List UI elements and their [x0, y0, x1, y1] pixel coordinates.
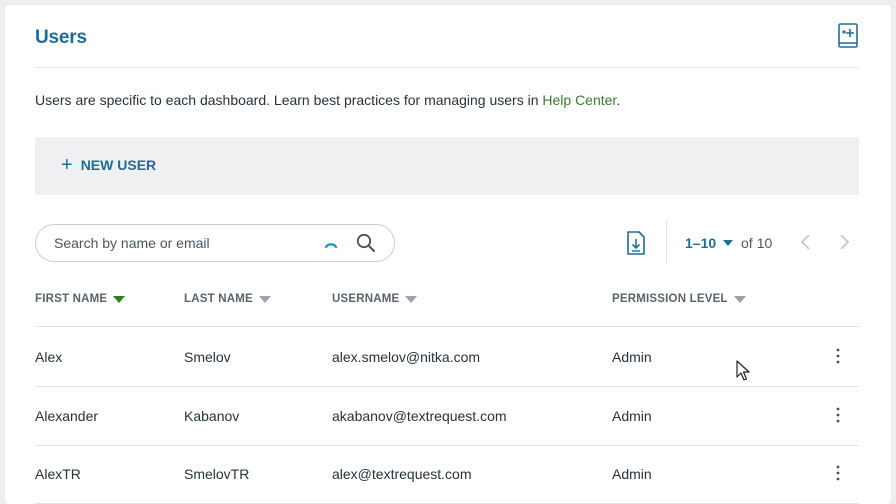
username-cell: alex.smelov@nitka.com	[332, 349, 481, 365]
column-first-name[interactable]: FIRST NAME	[35, 293, 126, 305]
username-cell: akabanov@textrequest.com	[332, 408, 507, 424]
page-total: of 10	[741, 235, 772, 251]
username-cell: alex@textrequest.com	[332, 466, 472, 482]
first-name-cell: Alexander	[35, 408, 99, 424]
new-user-label: NEW USER	[80, 157, 157, 173]
users-panel: Users Users are specific to each dashboa…	[5, 5, 891, 504]
sort-down-icon	[405, 295, 418, 303]
sort-down-icon	[113, 295, 126, 303]
column-label: FIRST NAME	[35, 293, 108, 305]
description-text: Users are specific to each dashboard. Le…	[35, 92, 620, 108]
column-label: LAST NAME	[184, 293, 253, 305]
page-range-select[interactable]: 1–10	[685, 235, 734, 251]
page-title: Users	[35, 27, 87, 48]
search-icon[interactable]	[356, 233, 376, 253]
table-row[interactable]: Alexander Kabanov akabanov@textrequest.c…	[35, 387, 859, 446]
chevron-down-icon	[723, 240, 734, 246]
sort-down-icon	[258, 295, 271, 303]
plus-icon: +	[61, 154, 73, 176]
more-options-icon[interactable]	[831, 406, 845, 424]
column-username[interactable]: USERNAME	[332, 293, 418, 305]
chevron-right-icon[interactable]	[837, 233, 851, 251]
permission-cell: Admin	[612, 408, 652, 424]
search-input[interactable]	[54, 234, 314, 252]
description-body: Users are specific to each dashboard. Le…	[35, 92, 543, 108]
search-box	[35, 224, 395, 262]
column-permission-level[interactable]: PERMISSION LEVEL	[612, 293, 746, 305]
header-divider	[35, 67, 859, 68]
more-options-icon[interactable]	[831, 347, 845, 365]
actions-toolbar: + NEW USER	[35, 137, 859, 195]
description-suffix: .	[616, 92, 621, 108]
first-name-cell: AlexTR	[35, 466, 81, 482]
last-name-cell: Kabanov	[184, 408, 240, 424]
column-last-name[interactable]: LAST NAME	[184, 293, 271, 305]
of-label: of	[741, 235, 753, 251]
download-icon[interactable]	[625, 230, 647, 256]
page-range-label: 1–10	[685, 235, 717, 251]
loading-spinner-icon	[324, 243, 338, 249]
total-count: 10	[756, 235, 773, 251]
book-plus-icon[interactable]	[834, 21, 862, 51]
permission-cell: Admin	[612, 466, 652, 482]
help-center-link[interactable]: Help Center	[542, 92, 616, 108]
more-options-icon[interactable]	[831, 464, 845, 482]
table-header: FIRST NAME LAST NAME USERNAME PERMISSION…	[35, 291, 859, 327]
new-user-button[interactable]: + NEW USER	[61, 154, 157, 176]
permission-cell: Admin	[612, 349, 652, 365]
last-name-cell: SmelovTR	[184, 466, 250, 482]
column-label: USERNAME	[332, 293, 400, 305]
last-name-cell: Smelov	[184, 349, 231, 365]
column-label: PERMISSION LEVEL	[612, 293, 728, 305]
mouse-cursor-icon	[736, 360, 750, 381]
chevron-left-icon[interactable]	[799, 233, 813, 251]
sort-down-icon	[733, 295, 746, 303]
pager-separator	[666, 221, 667, 263]
first-name-cell: Alex	[35, 349, 63, 365]
table-row[interactable]: AlexTR SmelovTR alex@textrequest.com Adm…	[35, 445, 859, 504]
